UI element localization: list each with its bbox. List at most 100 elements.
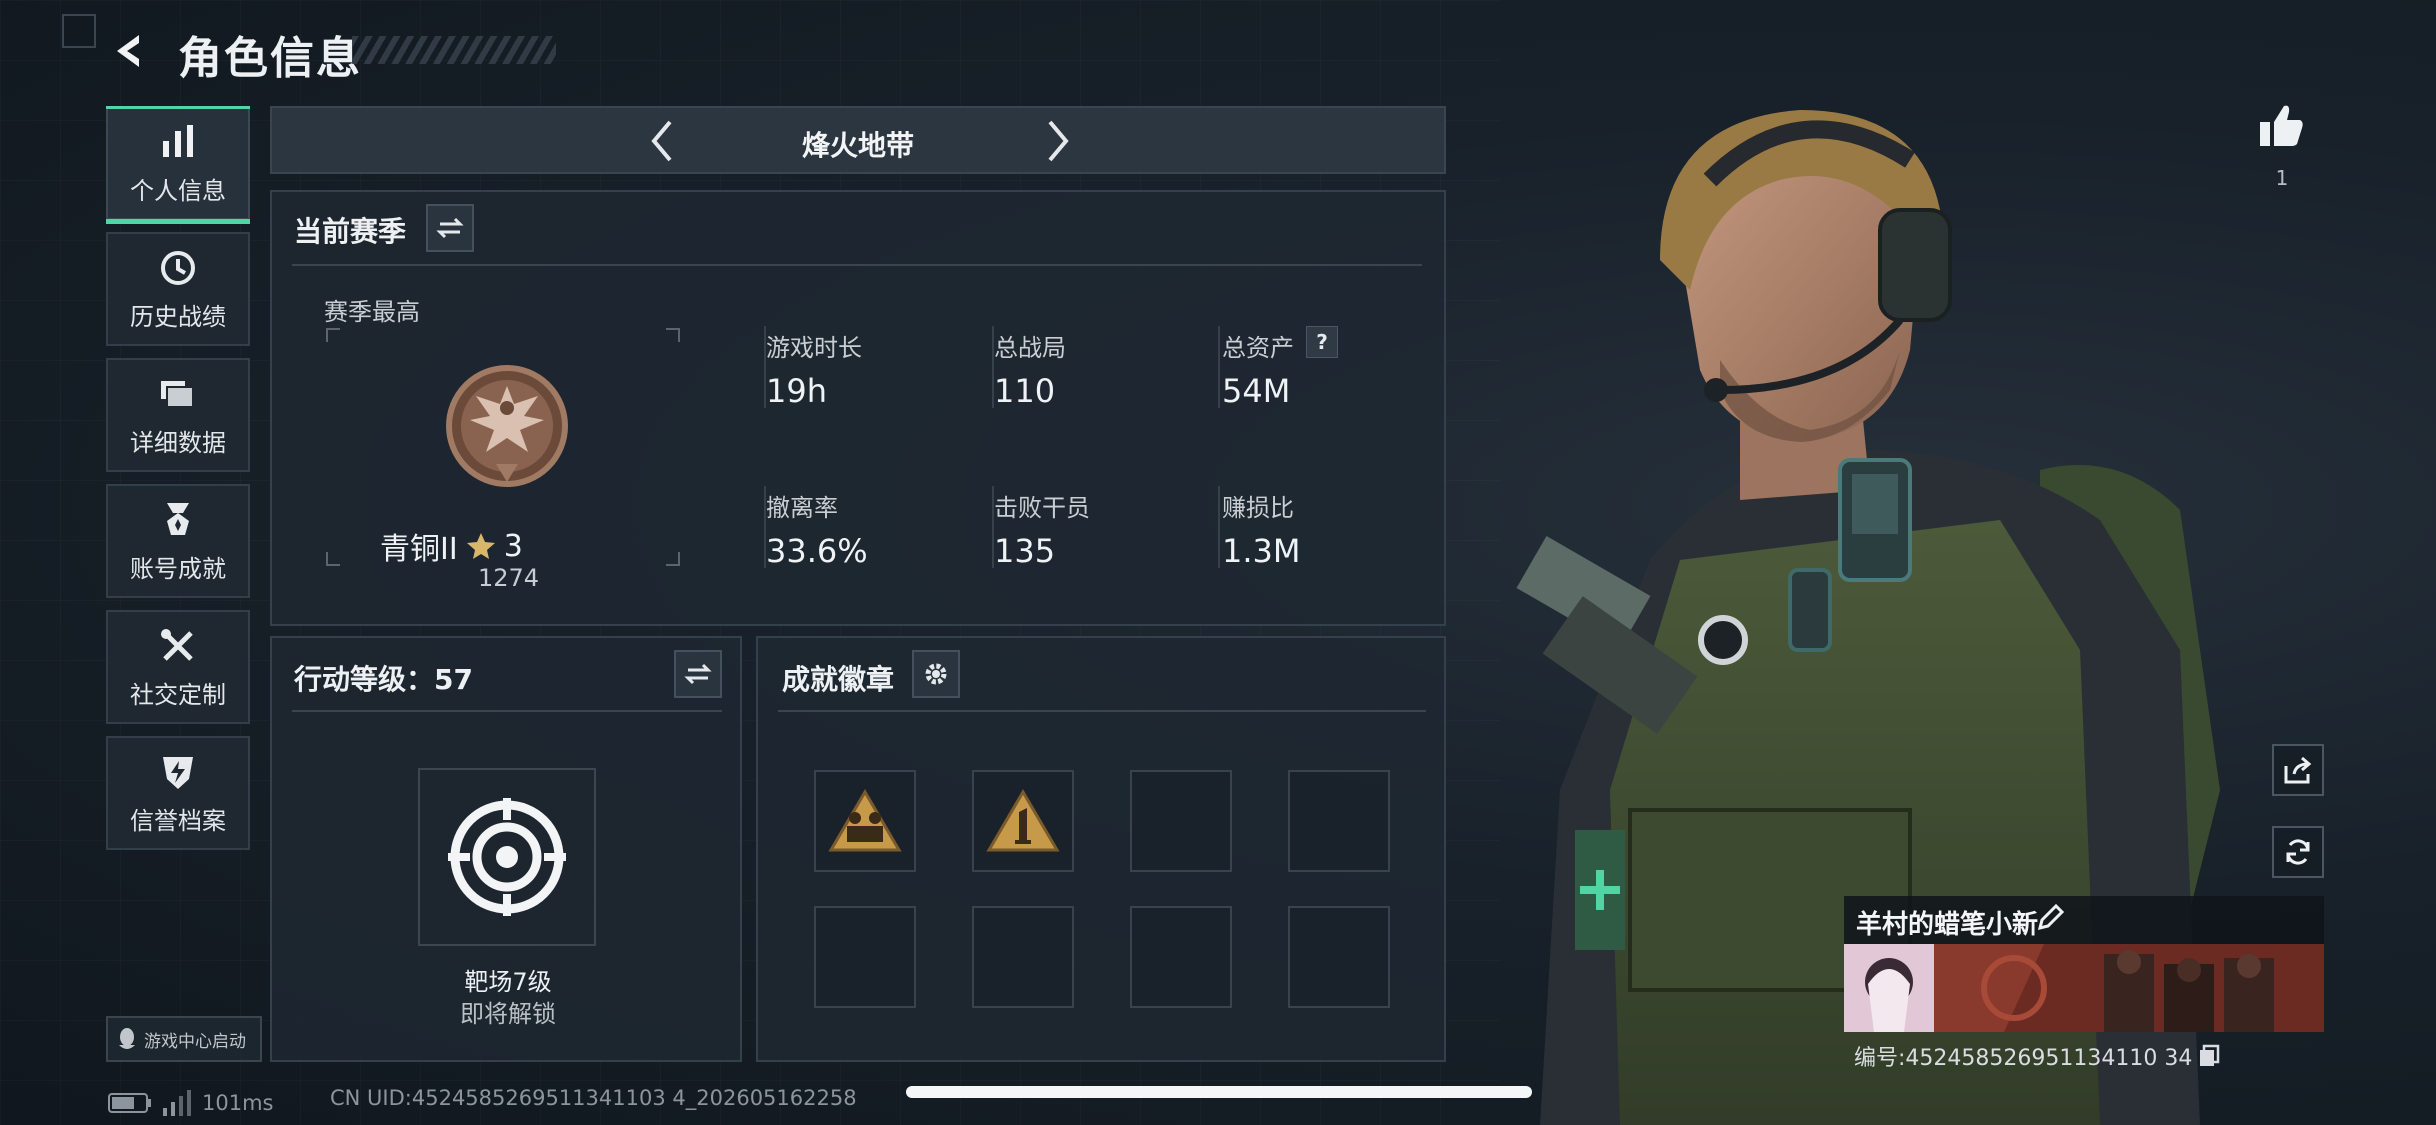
bar-chart-icon [163,124,193,157]
badge-settings-button[interactable] [912,650,960,698]
stat-label-profit-loss: 赚损比 [1222,494,1294,522]
edit-name-button[interactable] [2036,903,2068,936]
medal-icon [167,502,189,535]
badge-slot-empty[interactable] [1130,770,1232,872]
copy-icon[interactable] [2198,1044,2220,1068]
badge-slot-empty[interactable] [1130,906,1232,1008]
shield-lightning-icon [163,756,193,789]
frame-corner [666,328,680,342]
achievements-panel: 成就徽章 [756,636,1446,1062]
badge-slot-empty[interactable] [1288,770,1390,872]
unlock-item-card[interactable] [418,768,596,946]
home-indicator[interactable] [906,1086,1532,1098]
sidebar-item-label: 社交定制 [130,680,226,709]
sidebar-item-label: 信誉档案 [130,806,226,835]
share-button[interactable] [2272,744,2324,796]
sidebar-item-detailed-data[interactable]: 详细数据 [106,358,250,472]
page-title: 角色信息 [178,33,362,84]
divider [292,710,722,712]
sidebar-item-label: 详细数据 [130,428,226,457]
unlock-item-name: 靶场7级 [464,968,552,996]
share-icon [2284,756,2312,784]
wrench-screwdriver-icon [161,628,193,661]
stat-label-playtime: 游戏时长 [766,334,862,362]
sidebar-item-history[interactable]: 历史战绩 [106,232,250,346]
stat-value-total-matches: 110 [994,372,1056,410]
badge-slot[interactable] [972,770,1074,872]
account-uid: CN UID:4524585269511341103 4_20260516225… [330,1086,857,1110]
chevron-right-icon [1048,120,1069,162]
rank-name: 青铜II [380,532,458,567]
season-best-label: 赛季最高 [324,298,420,326]
stat-label-total-matches: 总战局 [994,334,1066,362]
player-name: 羊村的蜡笔小新 [1856,910,2039,940]
stat-label-extraction-rate: 撤离率 [766,494,838,522]
sidebar-item-label: 个人信息 [130,176,226,205]
action-level-panel: 行动等级：57 靶场7级 即将解锁 [270,636,742,1062]
player-banner[interactable] [1844,944,2324,1032]
corner-decoration [62,14,96,48]
target-icon [448,798,566,916]
bronze-rank-emblem-icon [446,365,568,487]
history-clock-icon [161,250,195,285]
battery-icon [108,1093,151,1113]
sidebar-item-achievements[interactable]: 账号成就 [106,484,250,598]
season-panel: 当前赛季 赛季最高 青铜II 3 1274 游戏时长 19h 总战局 110 总… [270,190,1446,626]
gear-icon [925,663,947,685]
stat-value-total-assets: 54M [1222,372,1291,410]
stat-value-profit-loss: 1.3M [1222,532,1301,570]
thumbs-up-icon [2260,105,2303,146]
sidebar-item-label: 账号成就 [130,554,226,583]
stat-label-operators-defeated: 击败干员 [994,494,1090,522]
status-bar: 101ms [108,1090,273,1116]
stat-value-operators-defeated: 135 [994,532,1056,570]
star-icon [466,533,495,559]
stat-label-total-assets: 总资产 [1222,334,1294,362]
sidebar-item-credit[interactable]: 信誉档案 [106,736,250,850]
mode-name: 烽火地带 [801,129,914,162]
title-stripe-decoration [352,36,556,64]
badge-slot[interactable] [814,770,916,872]
banner-image [1844,944,2324,1032]
player-id-text: 编号:452458526951134110 34 [1854,1046,2193,1071]
stat-divider [1218,326,1220,408]
stat-value-extraction-rate: 33.6% [766,532,868,570]
game-center-button[interactable]: 游戏中心启动 [106,1016,262,1062]
like-button[interactable] [2256,100,2308,152]
switch-season-button[interactable] [426,204,474,252]
back-arrow-icon [117,35,139,67]
like-count: 1 [2275,166,2289,190]
player-id: 编号:452458526951134110 34 [1854,1040,2220,1072]
stat-value-playtime: 19h [766,372,827,410]
next-mode-button[interactable] [1032,116,1082,166]
divider [778,710,1426,712]
swap-icon [684,663,712,685]
assets-help-button[interactable]: ? [1306,326,1338,358]
refresh-button[interactable] [2272,826,2324,878]
game-center-label: 游戏中心启动 [144,1031,246,1052]
achievements-title: 成就徽章 [782,663,895,696]
back-button[interactable] [104,26,154,76]
qq-penguin-icon [119,1028,135,1049]
badge-slot-empty[interactable] [972,906,1074,1008]
ping: 101ms [202,1091,274,1115]
sidebar-item-personal-info[interactable]: 个人信息 [106,106,250,224]
refresh-icon [2286,839,2310,865]
mode-selector: 烽火地带 [270,106,1446,174]
frame-corner [326,552,340,566]
badge-slot-empty[interactable] [814,906,916,1008]
signal-icon [163,1090,191,1116]
rank-score: 1274 [478,564,540,592]
badge-slot-empty[interactable] [1288,906,1390,1008]
frame-corner [666,552,680,566]
folder-icon [161,380,194,408]
season-title: 当前赛季 [294,215,407,248]
action-level-title: 行动等级：57 [294,663,473,696]
rank-info: 青铜II 3 [380,524,523,568]
divider [292,264,1422,266]
sidebar-item-social[interactable]: 社交定制 [106,610,250,724]
swap-icon [436,217,464,239]
stat-divider [1218,486,1220,568]
sidebar-item-label: 历史战绩 [130,302,226,331]
switch-action-level-button[interactable] [674,650,722,698]
